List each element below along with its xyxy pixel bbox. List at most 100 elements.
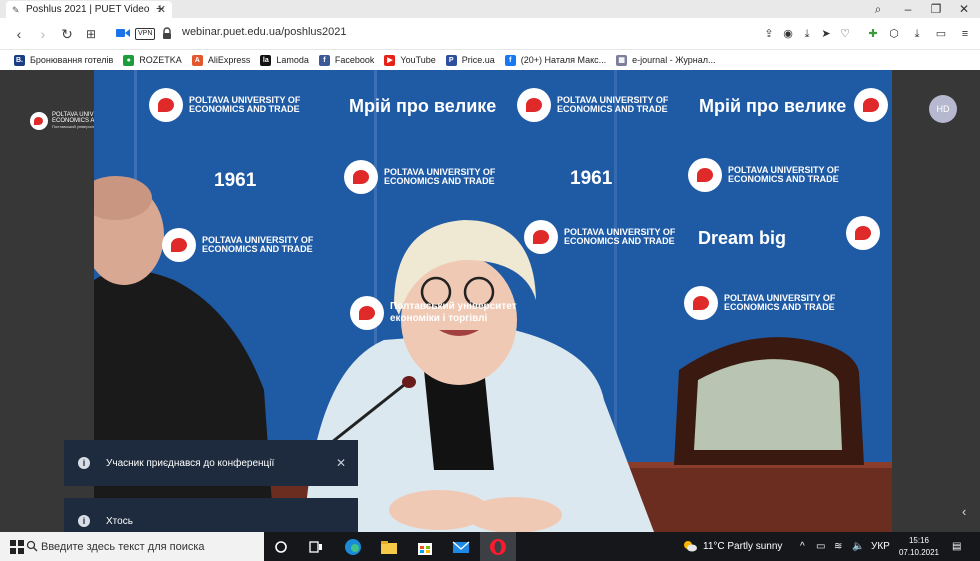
university-logo-icon [854,88,888,122]
send-icon[interactable]: ➤ [819,27,833,41]
banner-brand [854,88,892,122]
banner-slogan-en: Dream big [698,228,787,248]
banner-brand: POLTAVA UNIVERSITY OF ECONOMICS AND TRADE [162,228,313,262]
bookmark-label: e-journal - Журнал... [632,55,716,65]
language-indicator[interactable]: УКР [871,541,890,552]
bookmark-label: (20+) Наталя Макс... [520,55,607,65]
bookmark-label: Бронювання готелів [30,55,114,65]
university-logo-icon [684,286,718,320]
banner-ua-name: Полтавський університет економіки і торгі… [350,296,517,330]
info-icon: i [78,457,90,469]
university-logo-icon [30,112,48,130]
bookmark-favicon-icon: ● [123,54,135,66]
notification-text: Хтось [106,515,133,527]
downloads-icon[interactable]: ⤓ [910,27,924,41]
heart-icon[interactable]: ♡ [838,27,852,41]
bookmark-item[interactable]: B. Бронювання готелів [14,54,114,66]
bookmark-label: AliExpress [207,55,251,65]
bookmark-item[interactable]: f Facebook [318,54,375,66]
search-placeholder: Введите здесь текст для поиска [41,541,205,553]
banner-brand [846,216,886,250]
wifi-icon[interactable]: ≋ [834,541,842,552]
mail-icon[interactable] [452,538,470,556]
forward-button[interactable]: › [34,25,52,43]
university-logo-icon [688,158,722,192]
snapshot-icon[interactable]: ◉ [781,27,795,41]
browser-tab[interactable]: ✎ Poshlus 2021 | PUET Video ✕ [6,1,172,18]
banner-brand: POLTAVA UNIVERSITY OF ECONOMICS AND TRADE [684,286,835,320]
bookmark-favicon-icon: ▶ [384,54,396,66]
opera-icon[interactable] [489,538,507,556]
back-button[interactable]: ‹ [10,25,28,43]
university-logo-icon [846,216,880,250]
windows-start-icon[interactable] [10,540,24,554]
bookmark-favicon-icon: f [318,54,330,66]
share-icon[interactable]: ⇪ [762,27,776,41]
bookmark-favicon-icon: A [191,54,203,66]
pencil-favicon-icon: ✎ [12,4,20,15]
chevron-left-icon[interactable]: ‹ [962,504,966,519]
speed-dial-icon[interactable]: ⊞ [82,25,100,43]
banner-brand: POLTAVA UNIVERSITY OF ECONOMICS AND TRADE [517,88,668,122]
banner-brand: POLTAVA UNIVERSITY OF ECONOMICS AND TRADE [524,220,675,254]
bookmark-item[interactable]: P Price.ua [445,54,495,66]
close-window-button[interactable]: ✕ [952,0,976,18]
menu-icon[interactable]: ≡ [958,27,972,41]
bookmark-favicon-icon: B. [14,54,25,66]
weather-widget[interactable]: 11°C Partly sunny [683,540,782,552]
bookmark-item[interactable]: ▦ e-journal - Журнал... [616,54,716,66]
banner-year: 1961 [214,170,257,191]
cortana-icon[interactable] [272,538,290,556]
notification-text: Учасник приєднався до конференції [106,457,275,469]
university-logo-icon [524,220,558,254]
bookmark-label: YouTube [400,55,436,65]
bookmark-item[interactable]: ▶ YouTube [384,54,436,66]
tab-bar: ✎ Poshlus 2021 | PUET Video ✕ + ⌕ – ❐ ✕ [0,0,980,18]
bookmark-label: ROZETKA [139,55,182,65]
banner-brand: POLTAVA UNIVERSITY OF ECONOMICS AND TRADE [688,158,839,192]
task-view-icon[interactable] [307,538,325,556]
battery-icon[interactable]: ▭ [816,541,825,552]
minimize-button[interactable]: – [896,0,920,18]
maximize-button[interactable]: ❐ [924,0,948,18]
conference-stage: POLTAVA UNIVERSITY OF ECONOMICS AND TRAD… [0,70,980,532]
university-logo-icon [350,296,384,330]
hd-quality-badge[interactable]: HD [929,95,957,123]
bookmark-label: Facebook [334,55,375,65]
file-explorer-icon[interactable] [380,538,398,556]
university-logo-icon [149,88,183,122]
volume-icon[interactable]: 🔈 [852,541,864,552]
battery-saver-icon[interactable]: ▭ [934,27,948,41]
extension-icon[interactable]: ✚ [866,27,880,41]
camera-icon[interactable] [116,27,130,39]
tab-title: Poshlus 2021 | PUET Video [26,4,150,15]
lock-icon[interactable] [162,27,172,40]
tray-overflow-icon[interactable]: ^ [800,541,805,552]
bookmark-item[interactable]: la Lamoda [260,54,309,66]
address-bar: ‹ › ↻ ⊞ VPN webinar.puet.edu.ua/poshlus2… [0,18,980,50]
banner-slogan-ua: Мрій про велике [349,96,497,116]
url-field[interactable]: webinar.puet.edu.ua/poshlus2021 [182,26,347,38]
download-icon[interactable]: ⤓ [800,27,814,41]
bookmarks-bar: B. Бронювання готелів ● ROZETKA A AliExpress l… [0,50,980,70]
partly-sunny-icon [684,541,697,552]
new-tab-button[interactable]: + [152,0,168,16]
banner-slogan-ua: Мрій про велике [699,96,847,116]
notification-center-icon[interactable]: ▤ [952,541,961,552]
banner-year: 1961 [570,168,613,189]
store-icon[interactable] [416,538,434,556]
taskbar-clock[interactable]: 15:16 07.10.2021 [894,535,944,559]
join-notification: i Учасник приєднався до конференції ✕ [64,440,358,486]
weather-text: 11°C Partly sunny [703,540,783,552]
bookmark-item[interactable]: ● ROZETKA [123,54,182,66]
search-icon [26,540,38,552]
search-tabs-icon[interactable]: ⌕ [866,0,890,18]
cube-icon[interactable]: ⬡ [887,27,901,41]
close-notification-icon[interactable]: ✕ [336,456,346,470]
taskbar-search[interactable]: Введите здесь текст для поиска [0,532,264,561]
edge-icon[interactable] [344,538,362,556]
vpn-badge[interactable]: VPN [135,28,156,40]
bookmark-item[interactable]: A AliExpress [191,54,251,66]
bookmark-item[interactable]: f (20+) Наталя Макс... [504,54,607,66]
reload-button[interactable]: ↻ [58,25,76,43]
